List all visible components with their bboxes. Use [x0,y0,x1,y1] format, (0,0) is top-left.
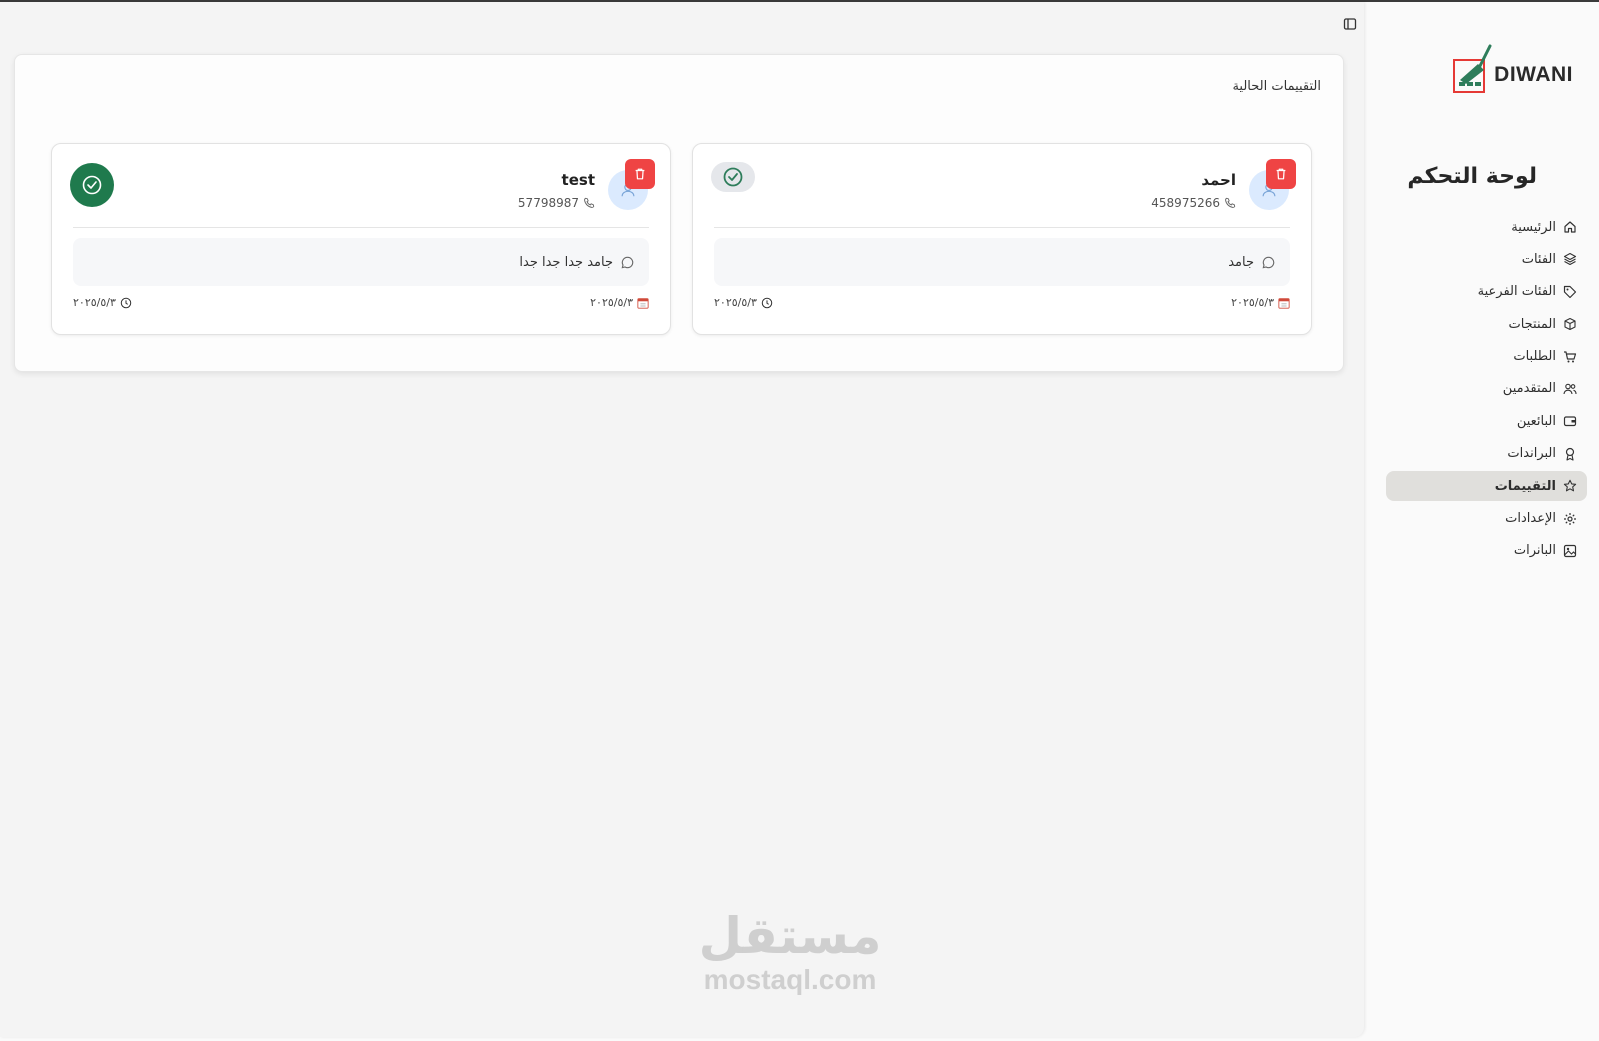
trowel-logo-icon [1452,40,1492,96]
home-icon [1564,221,1576,233]
phone-number: 57798987 [517,196,579,210]
date-text: ٢٠٢٥/٥/٣ [590,296,633,309]
wallet-icon [1563,416,1577,427]
review-date: ٢٠٢٥/٥/٣ [1231,296,1290,309]
sidebar-item-label: التقييمات [1494,478,1556,494]
sidebar-item-settings[interactable]: الإعدادات [1386,504,1587,534]
star-icon [1563,479,1577,492]
sidebar-item-label: البراندات [1507,446,1556,462]
image-icon [1563,544,1577,558]
time-text: ٢٠٢٥/٥/٣ [714,296,757,309]
watermark: مستقل mostaql.com [690,907,890,995]
sidebar-item-subcategories[interactable]: الفئات الفرعية [1386,277,1587,307]
phone-icon [1225,197,1236,208]
sidebar-toggle-icon[interactable] [1343,16,1357,30]
trash-icon [1276,168,1286,180]
review-card: test 57798987 جامد جدا جدا جدا ٢٠٢٥/٥/٣ … [51,143,671,335]
logo-text: DIWANI [1494,63,1573,86]
sidebar-item-label: الفئات [1521,251,1556,267]
award-icon [1565,447,1575,461]
delete-button[interactable] [625,159,655,189]
calendar-icon [1278,297,1290,309]
tag-icon [1563,285,1577,298]
comment-text: جامد جدا جدا جدا [519,254,613,270]
divider [714,227,1290,228]
sidebar-item-sellers[interactable]: البائعين [1386,406,1587,436]
sidebar-item-label: الإعدادات [1505,511,1556,527]
watermark-arabic: مستقل [698,907,882,965]
comment-icon [1262,256,1275,268]
sidebar-item-products[interactable]: المنتجات [1386,309,1587,339]
sidebar-item-label: الفئات الفرعية [1477,284,1556,300]
delete-button[interactable] [1266,159,1296,189]
review-comment: جامد جدا جدا جدا [73,238,649,286]
phone-icon [584,197,595,208]
sidebar-item-home[interactable]: الرئيسية [1386,212,1587,242]
review-card: احمد 458975266 جامد ٢٠٢٥/٥/٣ ٢٠٢٥/٥/٣ [692,143,1312,335]
comment-text: جامد [1228,254,1254,270]
clock-icon [761,297,773,308]
calendar-icon [637,297,649,309]
review-comment: جامد [714,238,1290,286]
sidebar-item-label: المنتجات [1508,316,1556,332]
comment-icon [621,256,634,268]
sidebar-nav: الرئيسية الفئات الفئات الفرعية المنتجات … [1386,212,1587,568]
main-content: التقييمات الحالية احمد 458975266 جامد ٢٠… [0,2,1364,1037]
reviewer-name: احمد [1201,171,1236,189]
brand-logo[interactable]: DIWANI [1453,38,1573,98]
sidebar-item-reviews[interactable]: التقييمات [1386,471,1587,502]
panel-title: التقييمات الحالية [1232,79,1321,94]
review-time: ٢٠٢٥/٥/٣ [714,296,773,309]
sidebar: DIWANI لوحة التحكم الرئيسية الفئات الفئا… [1369,2,1599,1041]
users-icon [1563,383,1577,395]
check-circle-icon [723,167,743,187]
sidebar-item-applicants[interactable]: المتقدمين [1386,374,1587,404]
sidebar-item-orders[interactable]: الطلبات [1386,342,1587,372]
divider [73,227,649,228]
sidebar-item-label: الطلبات [1513,349,1556,365]
watermark-latin: mostaql.com [703,964,877,995]
review-date: ٢٠٢٥/٥/٣ [590,296,649,309]
layers-icon [1563,253,1577,266]
trash-icon [635,168,645,180]
reviewer-phone: 57798987 [518,196,595,210]
reviewer-name: test [561,171,595,189]
sidebar-item-banners[interactable]: البانرات [1386,536,1587,566]
sidebar-title: لوحة التحكم [1407,164,1537,189]
sidebar-item-label: البائعين [1516,413,1556,429]
sidebar-item-categories[interactable]: الفئات [1386,244,1587,274]
review-time: ٢٠٢٥/٥/٣ [73,296,132,309]
cart-icon [1564,350,1577,363]
clock-icon [120,297,132,308]
sidebar-item-label: البانرات [1513,543,1556,559]
sidebar-item-label: المتقدمين [1502,381,1556,397]
approved-toggle-button[interactable] [70,163,114,207]
sidebar-item-brands[interactable]: البراندات [1386,439,1587,469]
check-circle-icon [82,175,102,195]
date-text: ٢٠٢٥/٥/٣ [1231,296,1274,309]
sidebar-item-label: الرئيسية [1511,219,1556,235]
phone-number: 458975266 [1151,196,1220,210]
time-text: ٢٠٢٥/٥/٣ [73,296,116,309]
reviewer-phone: 458975266 [1151,196,1236,210]
reviews-panel: التقييمات الحالية احمد 458975266 جامد ٢٠… [14,54,1344,372]
approve-toggle-button[interactable] [711,162,755,192]
gear-icon [1564,512,1576,525]
box-icon [1564,318,1576,331]
